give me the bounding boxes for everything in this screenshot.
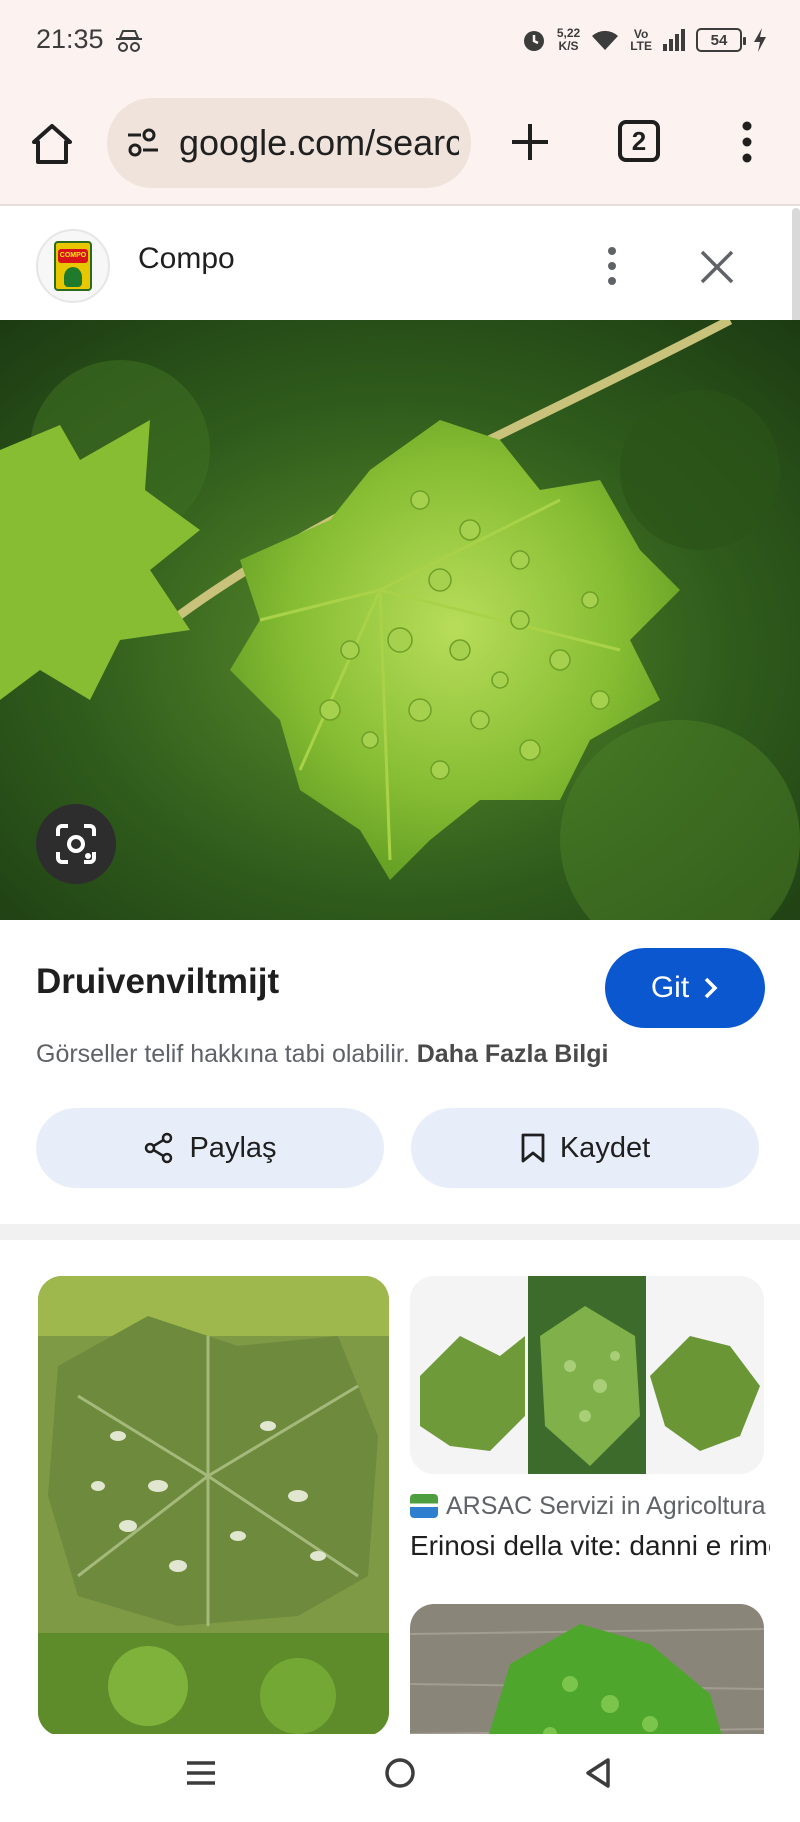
share-button[interactable]: Paylaş <box>36 1108 384 1188</box>
site-settings-icon[interactable] <box>125 125 161 161</box>
new-tab-icon[interactable] <box>506 118 554 166</box>
grape-leaf-photo <box>0 320 800 920</box>
recents-icon[interactable] <box>184 1756 218 1790</box>
status-icons: 5,22 K/S Vo LTE 54 <box>521 22 768 58</box>
share-icon <box>145 1132 173 1164</box>
copyright-text: Görseller telif hakkına tabi olabilir. <box>36 1040 410 1068</box>
source-favicon <box>410 1494 438 1518</box>
url-bar[interactable]: google.com/search <box>107 98 471 188</box>
visit-button[interactable]: Git <box>605 948 765 1028</box>
close-icon[interactable] <box>694 244 740 290</box>
logo-plant-mark <box>64 267 82 287</box>
copyright-notice: Görseller telif hakkına tabi olabilir. D… <box>36 1040 608 1069</box>
status-time: 21:35 <box>36 24 104 54</box>
speed-unit: K/S <box>558 39 579 53</box>
chevron-right-icon <box>704 977 718 999</box>
related-source[interactable]: ARSAC Servizi in Agricoltura <box>410 1490 770 1522</box>
save-button[interactable]: Kaydet <box>411 1108 759 1188</box>
related-composite-card[interactable] <box>410 1276 764 1474</box>
tabs-icon[interactable]: 2 <box>618 120 660 162</box>
alarm-icon <box>523 31 544 51</box>
back-icon[interactable] <box>582 1756 616 1790</box>
section-divider <box>0 1224 800 1240</box>
panel-more-icon[interactable] <box>596 244 628 288</box>
system-nav-bar <box>0 1734 800 1822</box>
charging-icon <box>754 28 766 52</box>
related-image-card[interactable] <box>38 1276 389 1736</box>
battery-icon: 54 <box>696 28 746 52</box>
site-name[interactable]: Compo <box>138 242 235 276</box>
wifi-icon <box>592 30 619 50</box>
site-logo[interactable]: COMPO <box>36 229 110 303</box>
volte-indicator: Vo LTE <box>630 28 652 52</box>
bookmark-icon <box>521 1133 545 1163</box>
share-label: Paylaş <box>189 1131 277 1164</box>
related-leaf-photo <box>38 1276 389 1736</box>
more-info-link[interactable]: Daha Fazla Bilgi <box>417 1040 609 1068</box>
more-icon[interactable] <box>728 118 766 166</box>
source-name: ARSAC Servizi in Agricoltura <box>446 1491 766 1520</box>
save-label: Kaydet <box>559 1131 651 1164</box>
logo-wordmark: COMPO <box>58 249 88 263</box>
main-result-image[interactable] <box>0 320 800 920</box>
signal-icon <box>663 29 685 51</box>
result-title: Druivenviltmijt <box>36 962 280 1001</box>
browser-toolbar: google.com/search 2 <box>0 82 800 206</box>
volte-bottom: LTE <box>630 39 652 53</box>
incognito-icon <box>116 30 142 52</box>
visit-button-label: Git <box>650 971 690 1004</box>
status-bar: 21:35 5,22 K/S Vo LTE 54 <box>0 0 800 82</box>
home-icon[interactable] <box>28 120 76 168</box>
home-circle-icon[interactable] <box>383 1756 417 1790</box>
lens-search-button[interactable] <box>36 804 116 884</box>
lens-icon <box>56 824 96 864</box>
network-speed: 5,22 K/S <box>557 27 580 53</box>
compo-logo: COMPO <box>54 241 92 291</box>
related-collage-photo <box>410 1276 764 1474</box>
related-title[interactable]: Erinosi della vite: danni e rimedi <box>410 1530 770 1562</box>
url-text[interactable]: google.com/search <box>179 122 459 164</box>
image-panel-header: COMPO Compo <box>0 208 792 320</box>
